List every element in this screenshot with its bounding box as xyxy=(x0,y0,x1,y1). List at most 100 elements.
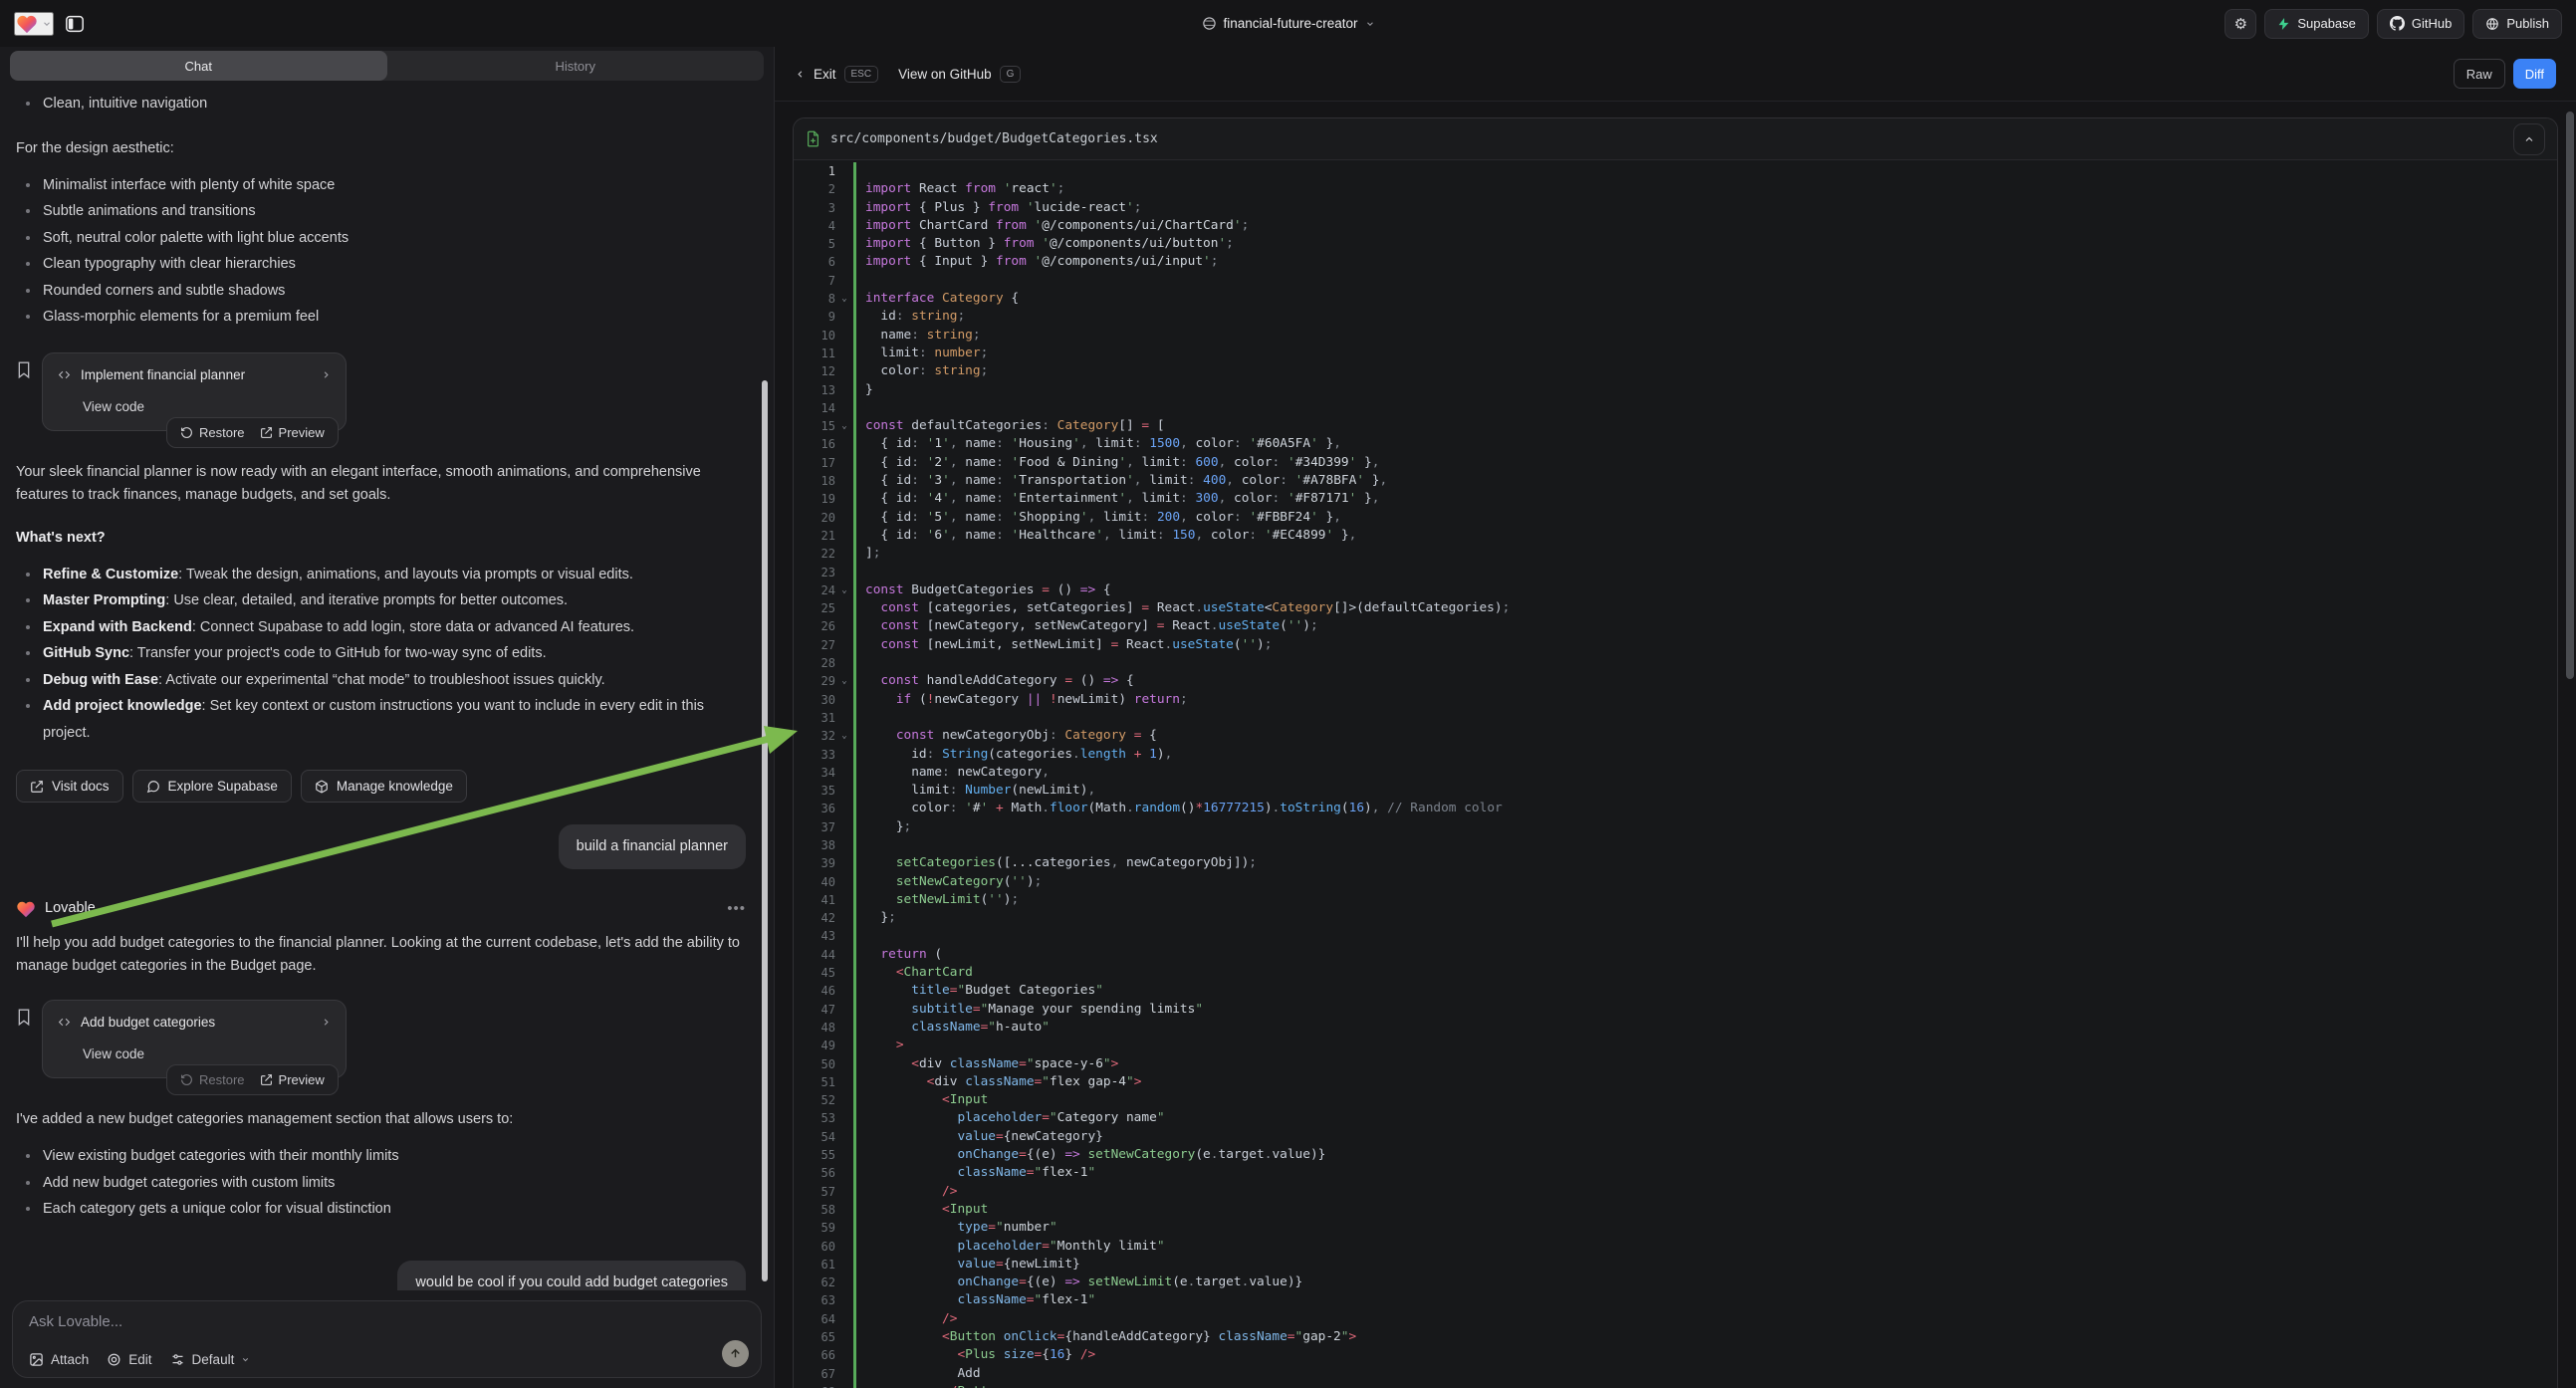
code-line: 55 onChange={(e) => setNewCategory(e.tar… xyxy=(794,1146,2557,1164)
version-card-title: Add budget categories xyxy=(81,1011,312,1034)
code-line: 44 return ( xyxy=(794,946,2557,964)
code-editor[interactable]: 12import React from 'react';3import { Pl… xyxy=(794,160,2557,1388)
line-number: 56 xyxy=(794,1164,835,1182)
line-number: 23 xyxy=(794,564,835,581)
fold-chevron-icon[interactable]: ⌄ xyxy=(835,417,853,435)
edit-button[interactable]: Edit xyxy=(107,1352,151,1367)
fold-gutter xyxy=(835,362,853,380)
view-on-github-button[interactable]: View on GitHub G xyxy=(898,66,1021,83)
code-text: const BudgetCategories = () => { xyxy=(853,581,2557,599)
preview-button[interactable]: Preview xyxy=(260,1072,325,1087)
line-number: 29 xyxy=(794,672,835,690)
fold-gutter xyxy=(835,1146,853,1164)
code-text: name: string; xyxy=(853,327,2557,345)
line-number: 21 xyxy=(794,527,835,545)
fold-chevron-icon[interactable]: ⌄ xyxy=(835,672,853,690)
github-button[interactable]: GitHub xyxy=(2377,9,2464,39)
fold-gutter xyxy=(835,1346,853,1364)
line-number: 68 xyxy=(794,1383,835,1388)
tab-chat[interactable]: Chat xyxy=(10,51,387,81)
chevron-down-icon xyxy=(1365,19,1375,29)
code-text: ]; xyxy=(853,545,2557,563)
view-code-link[interactable]: View code xyxy=(83,1042,332,1065)
code-line: 6import { Input } from '@/components/ui/… xyxy=(794,253,2557,271)
code-line: 31 xyxy=(794,709,2557,727)
line-number: 11 xyxy=(794,345,835,362)
line-number: 18 xyxy=(794,472,835,490)
bookmark-icon[interactable] xyxy=(16,360,32,431)
send-button[interactable] xyxy=(722,1340,749,1367)
code-line: 47 subtitle="Manage your spending limits… xyxy=(794,1001,2557,1019)
chat-message-list[interactable]: Clean, intuitive navigation For the desi… xyxy=(0,81,774,1290)
code-text: setNewCategory(''); xyxy=(853,873,2557,891)
sidebar-toggle-button[interactable] xyxy=(60,9,90,39)
image-icon xyxy=(29,1352,44,1367)
model-selector[interactable]: Default xyxy=(170,1352,251,1367)
chevron-right-icon xyxy=(321,369,332,380)
more-options-button[interactable]: ••• xyxy=(727,900,746,917)
line-number: 65 xyxy=(794,1328,835,1346)
code-text: /> xyxy=(853,1183,2557,1201)
line-number: 67 xyxy=(794,1365,835,1383)
code-line: 24⌄const BudgetCategories = () => { xyxy=(794,581,2557,599)
fold-gutter xyxy=(835,435,853,453)
fold-chevron-icon[interactable]: ⌄ xyxy=(835,290,853,308)
code-text: } xyxy=(853,381,2557,399)
fold-chevron-icon[interactable]: ⌄ xyxy=(835,727,853,745)
bookmark-icon[interactable] xyxy=(16,1008,32,1078)
assistant-name: Lovable xyxy=(45,897,96,920)
line-number: 59 xyxy=(794,1219,835,1237)
line-number: 45 xyxy=(794,964,835,982)
project-switcher[interactable]: financial-future-creator xyxy=(1201,0,1374,47)
code-line: 38 xyxy=(794,836,2557,854)
fold-gutter xyxy=(835,1183,853,1201)
chat-input[interactable] xyxy=(29,1313,747,1341)
code-line: 20 { id: '5', name: 'Shopping', limit: 2… xyxy=(794,509,2557,527)
line-number: 30 xyxy=(794,691,835,709)
explore-supabase-button[interactable]: Explore Supabase xyxy=(132,770,292,803)
code-text: className="h-auto" xyxy=(853,1019,2557,1037)
line-number: 39 xyxy=(794,854,835,872)
diff-toggle-button[interactable]: Diff xyxy=(2513,59,2556,89)
code-text: import { Input } from '@/components/ui/i… xyxy=(853,253,2557,271)
code-line: 5import { Button } from '@/components/ui… xyxy=(794,235,2557,253)
gear-icon: ⚙ xyxy=(2234,15,2247,33)
code-text: { id: '2', name: 'Food & Dining', limit:… xyxy=(853,454,2557,472)
restore-icon xyxy=(180,426,193,439)
fold-chevron-icon[interactable]: ⌄ xyxy=(835,581,853,599)
line-number: 62 xyxy=(794,1273,835,1291)
manage-knowledge-button[interactable]: Manage knowledge xyxy=(301,770,467,803)
code-text: { id: '1', name: 'Housing', limit: 1500,… xyxy=(853,435,2557,453)
restore-button[interactable]: Restore xyxy=(180,425,245,440)
file-header[interactable]: src/components/budget/BudgetCategories.t… xyxy=(794,118,2557,160)
collapse-file-button[interactable] xyxy=(2513,123,2545,155)
line-number: 9 xyxy=(794,308,835,326)
code-line: 16 { id: '1', name: 'Housing', limit: 15… xyxy=(794,435,2557,453)
line-number: 15 xyxy=(794,417,835,435)
package-icon xyxy=(315,780,329,794)
preview-button[interactable]: Preview xyxy=(260,425,325,440)
chat-scrollbar[interactable] xyxy=(762,380,768,1281)
list-item: Master Prompting: Use clear, detailed, a… xyxy=(16,587,746,614)
chevron-left-icon xyxy=(795,69,806,80)
code-scrollbar[interactable] xyxy=(2566,112,2574,679)
fold-gutter xyxy=(835,1019,853,1037)
fold-gutter xyxy=(835,381,853,399)
attach-button[interactable]: Attach xyxy=(29,1352,89,1367)
line-number: 63 xyxy=(794,1291,835,1309)
code-line: 68 </Button> xyxy=(794,1383,2557,1388)
added-paragraph: I've added a new budget categories manag… xyxy=(16,1108,746,1131)
version-card-add-budget-categories[interactable]: Add budget categories View code Restore xyxy=(42,1000,347,1078)
settings-button[interactable]: ⚙ xyxy=(2225,9,2256,39)
visit-docs-button[interactable]: Visit docs xyxy=(16,770,123,803)
raw-toggle-button[interactable]: Raw xyxy=(2454,59,2505,89)
view-code-link[interactable]: View code xyxy=(83,395,332,418)
publish-button[interactable]: Publish xyxy=(2472,9,2562,39)
version-card-implement-financial-planner[interactable]: Implement financial planner View code Re… xyxy=(42,352,347,431)
lovable-logo-menu[interactable] xyxy=(14,12,54,36)
line-number: 19 xyxy=(794,490,835,508)
restore-button[interactable]: Restore xyxy=(180,1072,245,1087)
exit-button[interactable]: Exit ESC xyxy=(795,66,878,83)
tab-history[interactable]: History xyxy=(387,51,765,81)
supabase-button[interactable]: Supabase xyxy=(2264,9,2369,39)
